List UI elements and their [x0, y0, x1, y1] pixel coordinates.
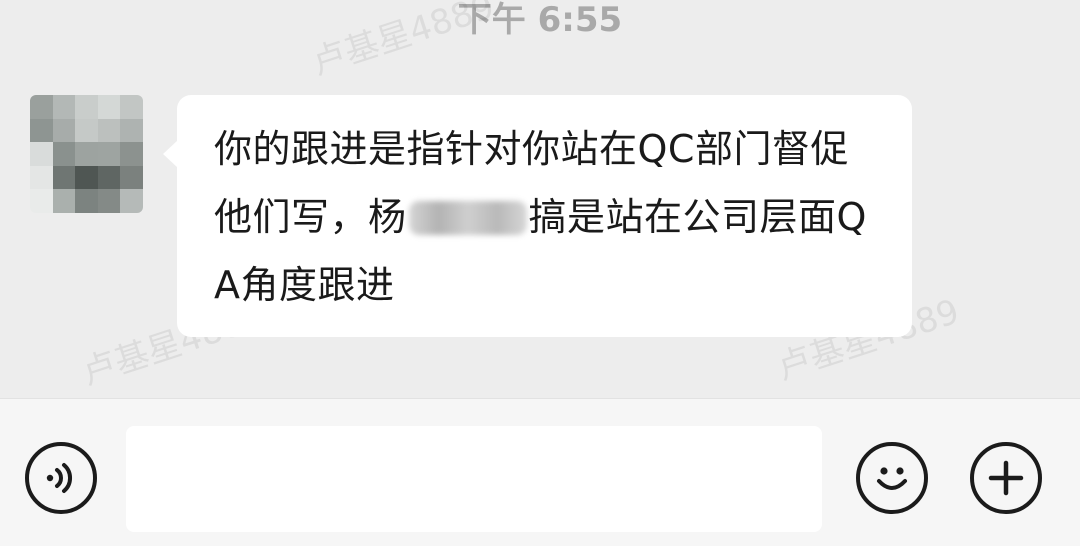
- message-input[interactable]: [126, 426, 822, 532]
- message-bubble[interactable]: 你的跟进是指针对你站在QC部门督促他们写，杨 搞是站在公司层面QA角度跟进: [163, 95, 912, 337]
- message-text: 你的跟进是指针对你站在QC部门督促他们写，杨 搞是站在公司层面QA角度跟进: [214, 115, 884, 319]
- message-timestamp: 下午 6:55: [457, 0, 623, 40]
- plus-button[interactable]: [970, 442, 1042, 514]
- avatar[interactable]: [30, 95, 143, 213]
- voice-button[interactable]: [25, 442, 97, 514]
- emoji-button[interactable]: [856, 442, 928, 514]
- input-bar: [0, 398, 1080, 546]
- emoji-icon: [877, 467, 907, 490]
- chat-area[interactable]: 下午 6:55 卢基星4889 卢基星4889 卢基星4889 你的跟进是指针对…: [0, 0, 1080, 398]
- plus-icon: [988, 460, 1024, 496]
- redacted-name: [408, 201, 527, 235]
- voice-icon: [46, 463, 72, 493]
